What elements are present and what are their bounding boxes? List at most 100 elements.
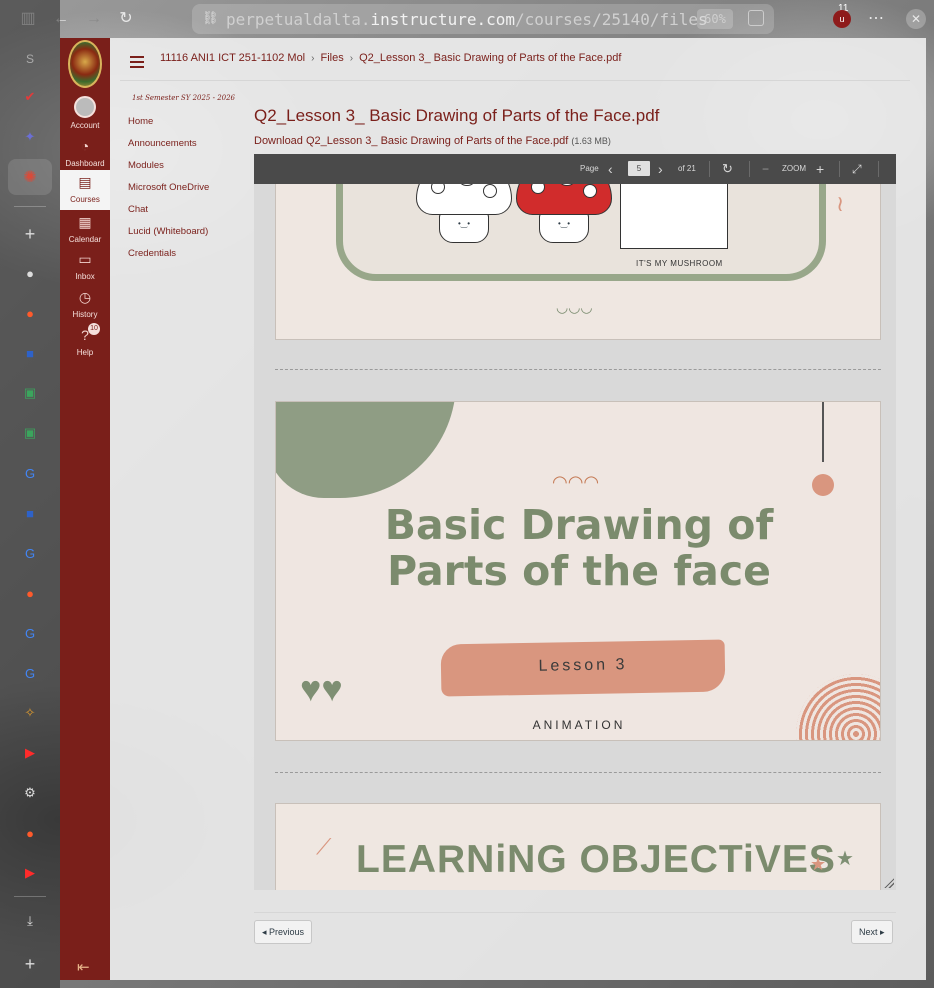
term-label: 1st Semester SY 2025 - 2026 [132,94,236,102]
teams-icon[interactable]: ✦ [20,127,40,147]
course-nav-announcements[interactable]: Announcements [128,138,248,160]
objectives-title: LEARNiNG OBJECTiVES [356,838,836,881]
downloads-icon[interactable]: ⤓ [20,911,40,931]
header-divider [120,80,910,81]
previous-button[interactable]: ◂ Previous [254,920,313,944]
slide-title-line2: Parts of the face [387,547,771,595]
next-page-icon[interactable]: › [658,154,663,184]
reader-mode-icon[interactable] [748,10,764,26]
breadcrumb-separator-icon: › [349,52,354,64]
nav-help[interactable]: ? 10 Help [60,323,110,361]
toolbar-divider [749,161,750,177]
add-tab-icon[interactable]: + [20,224,40,244]
address-bar[interactable]: ⛓ perpetualdalta. instructure.com/courses… [192,4,774,34]
course-menu-toggle-icon[interactable] [130,56,144,68]
terminal-app-icon-2[interactable]: ▣ [20,423,40,443]
gear-app-icon[interactable]: ⚙ [20,783,40,803]
download-line: Download Q2_Lesson 3_ Basic Drawing of P… [254,135,896,147]
course-nav-lucid[interactable]: Lucid (Whiteboard) [128,226,248,248]
github-icon[interactable]: ● [20,263,40,283]
page-separator [275,772,881,773]
extension-icon[interactable]: u [833,10,851,28]
page-label: Page [580,164,599,173]
course-nav-home[interactable]: Home [128,116,248,138]
workspace-label: S [25,52,34,66]
google-icon-3[interactable]: G [20,623,40,643]
nav-courses-label: Courses [70,195,100,204]
terminal-app-icon[interactable]: ▣ [20,383,40,403]
footer-divider [254,912,896,913]
nav-help-label: Help [76,348,94,357]
fullscreen-icon[interactable]: ⤢ [852,154,862,184]
reddit-icon-2[interactable]: ● [20,583,40,603]
page-number-input[interactable]: 5 [628,161,650,176]
page-separator [275,369,881,370]
app-tile-icon[interactable]: ■ [20,343,40,363]
squiggle-icon: ◠◠◠ [552,472,600,492]
course-navigation: 1st Semester SY 2025 - 2026 Home Announc… [128,94,248,270]
nav-account[interactable]: Account [60,92,110,130]
reddit-icon[interactable]: ● [20,303,40,323]
rotate-icon[interactable]: ↻ [722,154,733,184]
toolbar-divider [878,161,879,177]
url-prefix: perpetualdalta. [226,9,371,29]
breadcrumb-files[interactable]: Files [320,52,343,64]
forward-icon[interactable]: → [84,9,104,29]
course-nav-credentials[interactable]: Credentials [128,248,248,270]
sidebar-divider [14,206,46,207]
hearts-icon: ♥♥ [300,668,343,709]
url-path: /courses/25140/files [515,9,708,29]
nav-history[interactable]: ◷ History [60,285,110,323]
reddit-icon-3[interactable]: ● [20,823,40,843]
lightbulb-cord [822,402,824,462]
todoist-icon[interactable]: ✔ [20,87,40,107]
google-icon-4[interactable]: G [20,663,40,683]
slide-title: Basic Drawing of Parts of the face [276,502,880,595]
school-logo[interactable] [68,40,102,88]
next-button[interactable]: Next ▸ [851,920,893,944]
nav-courses[interactable]: ▤ Courses [60,170,110,210]
course-nav-chat[interactable]: Chat [128,204,248,226]
toolbar-divider [839,161,840,177]
sparkle-icon: ⟋ [316,834,332,859]
site-info-icon[interactable]: ⛓ [202,11,219,27]
reload-icon[interactable]: ↻ [116,9,136,29]
new-space-icon[interactable]: + [20,954,40,974]
breadcrumb-course[interactable]: 11116 ANI1 ICT 251-1102 Mol [160,52,305,64]
nav-calendar[interactable]: ▦ Calendar [60,210,110,248]
star-icon: ★ [810,854,827,874]
google-icon[interactable]: G [20,463,40,483]
nav-account-label: Account [70,121,100,130]
download-link[interactable]: Download Q2_Lesson 3_ Basic Drawing of P… [254,135,568,147]
courses-icon: ▤ [78,174,92,190]
zoom-out-icon[interactable]: − [762,154,769,184]
squiggle-icon: ≀ [836,191,845,216]
app-tile-icon-2[interactable]: ■ [20,503,40,523]
resize-grip-icon[interactable] [884,878,894,888]
google-icon-2[interactable]: G [20,543,40,563]
nav-inbox[interactable]: ▭ Inbox [60,247,110,285]
collapse-nav-icon[interactable]: ⇤ [77,958,90,976]
global-navigation: Account ◔ Dashboard ▤ Courses ▦ Calendar… [60,38,110,980]
prev-page-icon[interactable]: ‹ [608,154,613,184]
zoom-level[interactable]: 60% [697,9,733,29]
canvas-app-icon[interactable]: ✺ [8,159,52,195]
link-app-icon[interactable]: ✧ [20,703,40,723]
more-menu-icon[interactable]: ⋯ [866,9,886,29]
youtube-icon[interactable]: ▶ [20,743,40,763]
url-host: instructure.com [370,9,516,29]
nav-dashboard[interactable]: ◔ Dashboard [60,134,110,172]
course-nav-onedrive[interactable]: Microsoft OneDrive [128,182,248,204]
pdf-page-4: •‿• •‿• IT'S MY MUSHROOM ✱ ≀ ◡◡◡ [275,164,881,340]
file-content: Q2_Lesson 3_ Basic Drawing of Parts of t… [254,106,896,147]
pdf-viewer[interactable]: •‿• •‿• IT'S MY MUSHROOM ✱ ≀ ◡◡◡ Page ‹ … [254,154,896,890]
page-title: Q2_Lesson 3_ Basic Drawing of Parts of t… [254,106,660,125]
decor-blob [276,402,456,498]
pdf-toolbar: Page ‹ 5 › of 21 ↻ − ZOOM + ⤢ [254,154,896,184]
course-nav-modules[interactable]: Modules [128,160,248,182]
slide-caption: IT'S MY MUSHROOM [636,259,723,268]
zoom-in-icon[interactable]: + [816,154,824,184]
youtube-icon-2[interactable]: ▶ [20,863,40,883]
wave-icon: ◡◡◡ [556,299,593,315]
close-icon[interactable]: ✕ [906,9,926,29]
